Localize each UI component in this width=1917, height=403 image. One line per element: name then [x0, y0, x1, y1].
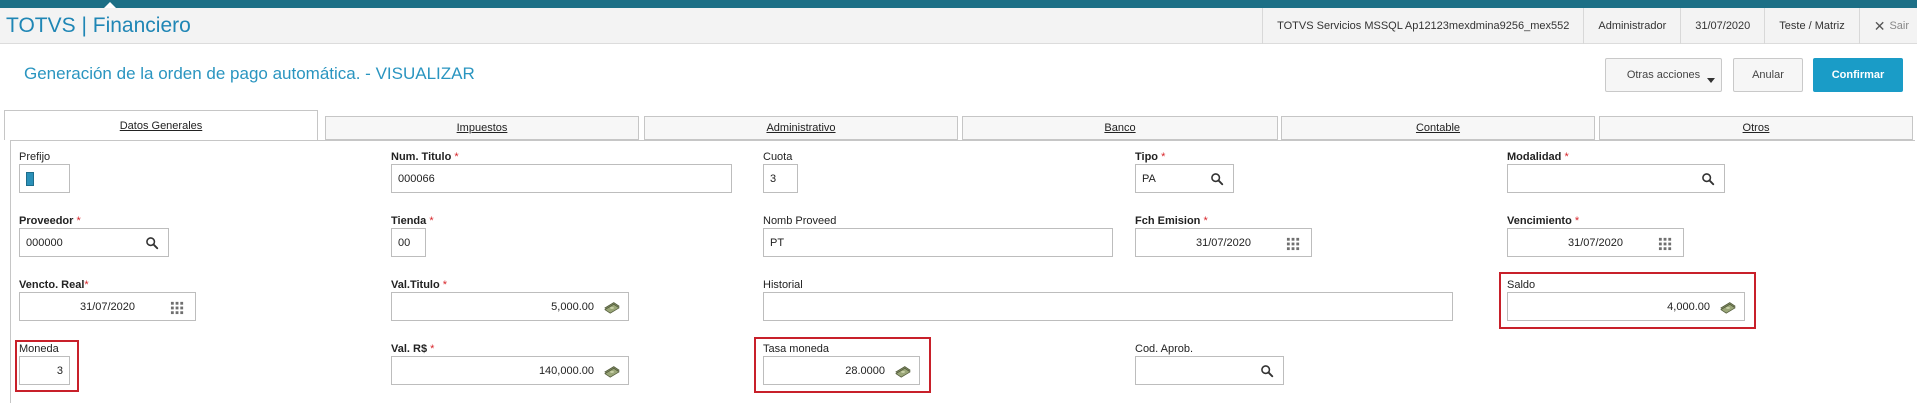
tienda-label: Tienda *: [391, 215, 434, 227]
calendar-icon[interactable]: [1657, 235, 1673, 251]
cod-aprob-label: Cod. Aprob.: [1135, 343, 1194, 355]
vencimiento-label: Vencimiento *: [1507, 215, 1580, 227]
more-actions-label: Otras acciones: [1626, 69, 1701, 81]
calendar-icon[interactable]: [1285, 235, 1301, 251]
search-icon[interactable]: [1209, 171, 1225, 187]
tab-contable[interactable]: Contable: [1281, 116, 1595, 140]
saldo-label: Saldo: [1507, 279, 1536, 291]
more-actions-button[interactable]: Otras acciones: [1605, 58, 1722, 92]
exit-label: Sair: [1889, 20, 1909, 32]
cod-aprob-field[interactable]: [1135, 356, 1284, 385]
vencto-real-label: Vencto. Real*: [19, 279, 89, 291]
nomb-proveed-field[interactable]: PT: [763, 228, 1113, 257]
vencimiento-field[interactable]: 31/07/2020: [1507, 228, 1684, 257]
historial-label: Historial: [763, 279, 803, 291]
title-bar: Generación de la orden de pago automátic…: [0, 45, 1917, 105]
exit-button[interactable]: ✕ Sair: [1858, 8, 1917, 44]
top-strip: [0, 0, 1917, 8]
val-titulo-label: Val.Titulo *: [391, 279, 448, 291]
tipo-field[interactable]: PA: [1135, 164, 1234, 193]
tipo-label: Tipo *: [1135, 151, 1166, 163]
search-icon[interactable]: [1700, 171, 1716, 187]
tab-bar: Datos Generales Impuestos Administrativo…: [4, 110, 1914, 140]
moneda-label: Moneda: [19, 343, 59, 355]
text-cursor-marker: [26, 171, 34, 186]
tab-otros[interactable]: Otros: [1599, 116, 1913, 140]
fch-emision-field[interactable]: 31/07/2020: [1135, 228, 1312, 257]
money-icon[interactable]: [604, 299, 620, 315]
historial-field[interactable]: [763, 292, 1453, 321]
proveedor-field[interactable]: 000000: [19, 228, 169, 257]
confirm-button[interactable]: Confirmar: [1813, 58, 1903, 92]
moneda-field[interactable]: 3: [19, 356, 70, 385]
form-panel: Prefijo Num. Titulo * 000066 Cuota 3 Tip…: [10, 140, 1915, 403]
modalidad-field[interactable]: [1507, 164, 1725, 193]
vencto-real-field[interactable]: 31/07/2020: [19, 292, 196, 321]
saldo-field[interactable]: 4,000.00: [1507, 292, 1745, 321]
money-icon[interactable]: [1720, 299, 1736, 315]
val-titulo-field[interactable]: 5,000.00: [391, 292, 629, 321]
server-name: TOTVS Servicios MSSQL Ap12123mexdmina925…: [1262, 8, 1583, 44]
tienda-field[interactable]: 00: [391, 228, 426, 257]
app-title: TOTVS | Financiero: [6, 14, 191, 37]
user-name: Administrador: [1583, 8, 1680, 44]
page-title: Generación de la orden de pago automátic…: [24, 64, 475, 83]
val-rs-field[interactable]: 140,000.00: [391, 356, 629, 385]
nomb-proveed-label: Nomb Proveed: [763, 215, 837, 227]
prefijo-label: Prefijo: [19, 151, 51, 163]
num-titulo-label: Num. Titulo *: [391, 151, 459, 163]
proveedor-label: Proveedor *: [19, 215, 81, 227]
branch-name: Teste / Matriz: [1764, 8, 1858, 44]
money-icon[interactable]: [604, 363, 620, 379]
num-titulo-field[interactable]: 000066: [391, 164, 732, 193]
system-date: 31/07/2020: [1680, 8, 1764, 44]
tab-impuestos[interactable]: Impuestos: [325, 116, 639, 140]
search-icon[interactable]: [1259, 363, 1275, 379]
modalidad-label: Modalidad *: [1507, 151, 1569, 163]
search-icon[interactable]: [144, 235, 160, 251]
tab-datos-generales[interactable]: Datos Generales: [4, 110, 318, 140]
val-rs-label: Val. R$ *: [391, 343, 435, 355]
tasa-moneda-field[interactable]: 28.0000: [763, 356, 920, 385]
close-icon: ✕: [1873, 17, 1886, 34]
cuota-label: Cuota: [763, 151, 793, 163]
tab-banco[interactable]: Banco: [962, 116, 1278, 140]
fch-emision-label: Fch Emision *: [1135, 215, 1208, 227]
calendar-icon[interactable]: [169, 299, 185, 315]
tab-administrativo[interactable]: Administrativo: [644, 116, 958, 140]
money-icon[interactable]: [895, 363, 911, 379]
app-header: TOTVS | Financiero TOTVS Servicios MSSQL…: [0, 8, 1917, 44]
cuota-field[interactable]: 3: [763, 164, 798, 193]
prefijo-field[interactable]: [19, 164, 70, 193]
chevron-down-icon: [1707, 78, 1715, 83]
cancel-button[interactable]: Anular: [1733, 58, 1803, 92]
header-info: TOTVS Servicios MSSQL Ap12123mexdmina925…: [1262, 8, 1917, 44]
tasa-moneda-label: Tasa moneda: [763, 343, 830, 355]
